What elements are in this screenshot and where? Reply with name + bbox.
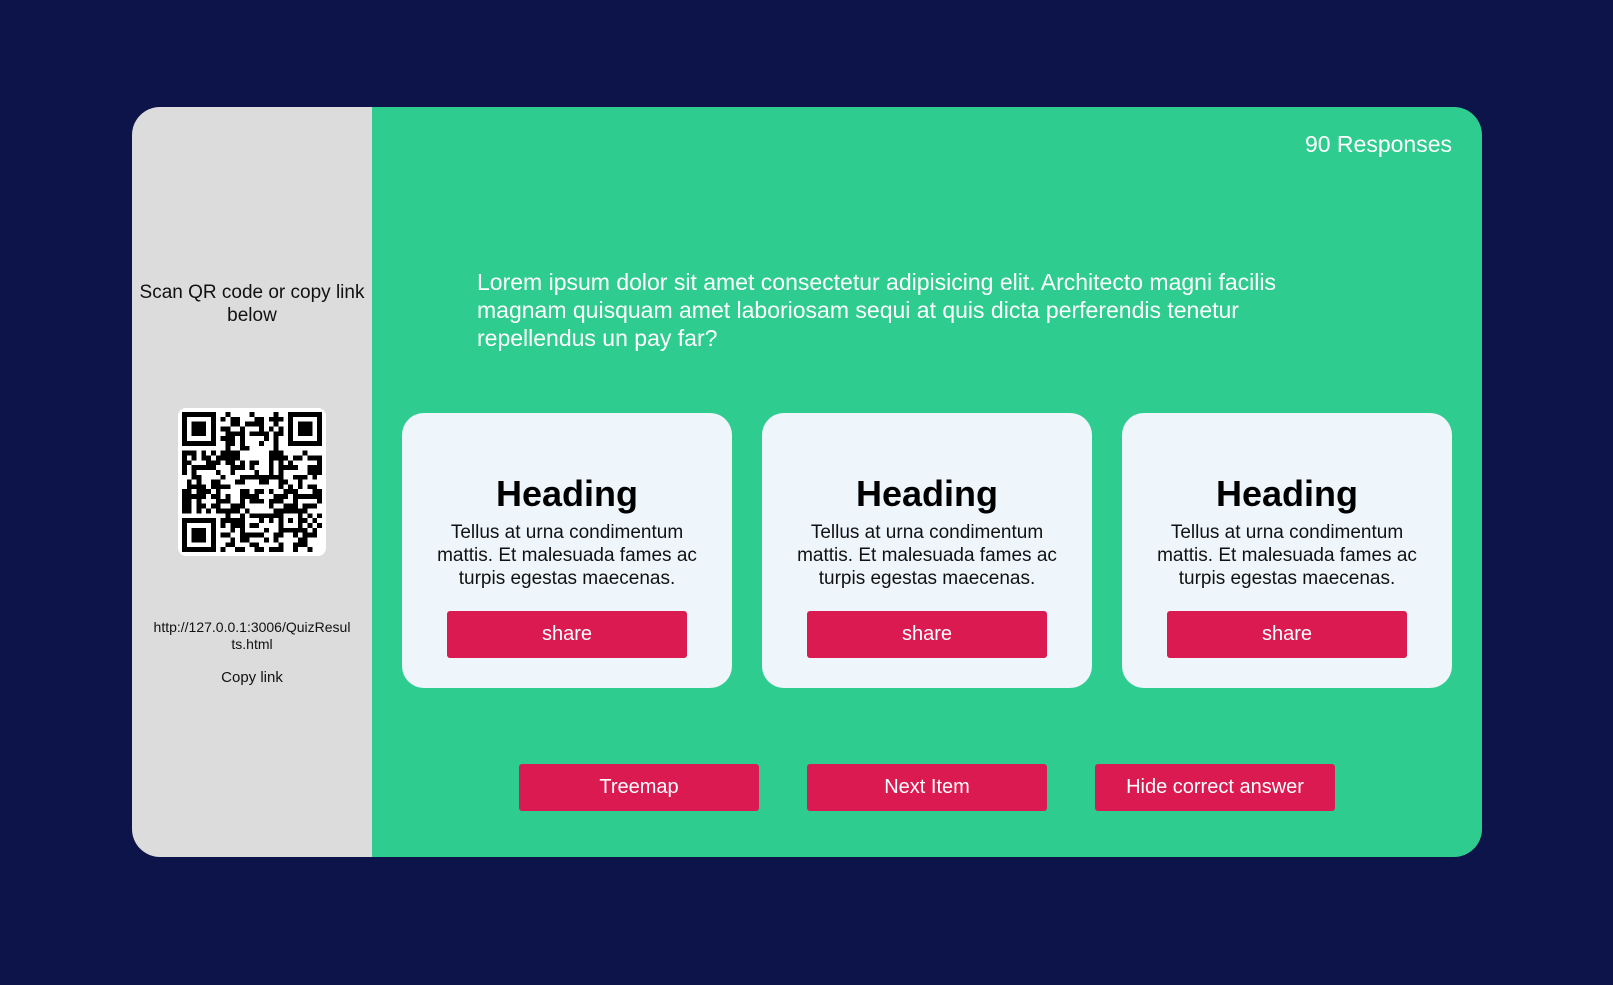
hide-correct-answer-button[interactable]: Hide correct answer (1095, 764, 1335, 811)
treemap-button[interactable]: Treemap (519, 764, 759, 811)
results-main: 90 Responses Lorem ipsum dolor sit amet … (372, 107, 1482, 857)
share-link-text: http://127.0.0.1:3006/QuizResults.html (153, 619, 351, 652)
card-heading: Heading (1215, 473, 1358, 514)
quiz-panel: Scan QR code or copy link below http://1… (132, 107, 1482, 857)
share-button[interactable]: share (447, 611, 687, 658)
card-heading: Heading (855, 473, 998, 514)
answer-card: Heading Tellus at urna condimentum matti… (1122, 413, 1452, 688)
question-text: Lorem ipsum dolor sit amet consectetur a… (477, 269, 1276, 351)
action-buttons: Treemap Next Item Hide correct answer (519, 764, 1335, 811)
card-body: Tellus at urna condimentum mattis. Et ma… (437, 522, 697, 589)
copy-link-button[interactable]: Copy link (132, 669, 372, 686)
answer-card: Heading Tellus at urna condimentum matti… (762, 413, 1092, 688)
card-heading: Heading (495, 473, 638, 514)
card-body: Tellus at urna condimentum mattis. Et ma… (797, 522, 1057, 589)
scan-instructions: Scan QR code or copy link below (139, 282, 365, 326)
share-button[interactable]: share (807, 611, 1047, 658)
answer-card: Heading Tellus at urna condimentum matti… (402, 413, 732, 688)
share-button[interactable]: share (1167, 611, 1407, 658)
responses-count: 90 Responses (1304, 131, 1452, 157)
card-body: Tellus at urna condimentum mattis. Et ma… (1157, 522, 1417, 589)
share-sidebar: Scan QR code or copy link below http://1… (132, 107, 372, 857)
qr-code-icon (178, 408, 326, 556)
next-item-button[interactable]: Next Item (807, 764, 1047, 811)
answer-cards: Heading Tellus at urna condimentum matti… (402, 413, 1452, 688)
